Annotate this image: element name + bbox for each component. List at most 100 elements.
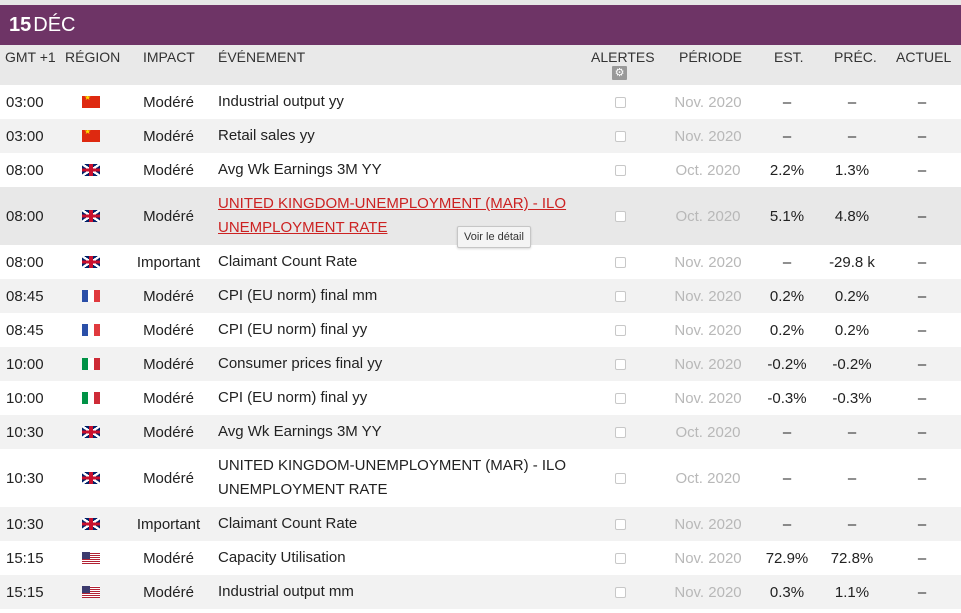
table-row[interactable]: 15:15 Modéré Industrial output mm Nov. 2020…	[0, 575, 961, 609]
impact-level: Modéré	[143, 549, 194, 567]
event-name-link[interactable]: Claimant Count Rate	[218, 507, 588, 541]
event-name-link[interactable]: Avg Wk Earnings 3M YY	[218, 415, 588, 449]
table-row[interactable]: 03:00 Modéré Retail sales yy Nov. 2020 – – –	[0, 119, 961, 153]
alert-checkbox[interactable]	[613, 415, 627, 449]
checkbox-icon[interactable]	[614, 290, 626, 302]
event-time: 03:00	[6, 93, 44, 111]
alert-checkbox[interactable]	[613, 347, 627, 381]
checkbox-icon[interactable]	[614, 210, 626, 222]
alert-checkbox[interactable]	[613, 507, 627, 541]
estimate-value: 72.9%	[765, 549, 809, 567]
region-flag	[82, 85, 100, 119]
alert-checkbox[interactable]	[613, 85, 627, 119]
table-row[interactable]: 08:00 Modéré Avg Wk Earnings 3M YY Oct. 202…	[0, 153, 961, 187]
event-name-link[interactable]: CPI (EU norm) final mm	[218, 279, 588, 313]
checkbox-icon[interactable]	[614, 472, 626, 484]
col-region[interactable]: RÉGION	[65, 49, 120, 65]
checkbox-icon[interactable]	[614, 426, 626, 438]
event-time: 15:15	[6, 583, 44, 601]
estimate-value: 0.3%	[769, 583, 805, 601]
alert-checkbox[interactable]	[613, 381, 627, 415]
event-name-link[interactable]: UNITED KINGDOM-UNEMPLOYMENT (MAR) - ILO …	[218, 187, 588, 245]
alert-checkbox[interactable]	[613, 245, 627, 279]
event-time: 08:45	[6, 321, 44, 339]
event-time: 10:30	[6, 423, 44, 441]
col-alerts: ALERTES	[591, 49, 655, 65]
checkbox-icon[interactable]	[614, 518, 626, 530]
actual-value: –	[917, 207, 927, 225]
alert-checkbox[interactable]	[613, 575, 627, 609]
event-name-link[interactable]: Consumer prices final yy	[218, 347, 588, 381]
previous-value: 72.8%	[830, 549, 874, 567]
event-time: 08:00	[6, 161, 44, 179]
day-number: 15	[9, 13, 32, 36]
uk-flag-icon	[82, 164, 100, 176]
col-period[interactable]: PÉRIODE	[679, 49, 742, 65]
checkbox-icon[interactable]	[614, 96, 626, 108]
table-row[interactable]: 03:00 Modéré Industrial output yy Nov. 2020…	[0, 85, 961, 119]
checkbox-icon[interactable]	[614, 256, 626, 268]
table-row[interactable]: 08:00 Important Claimant Count Rate Nov. 20…	[0, 245, 961, 279]
impact-level: Modéré	[143, 321, 194, 339]
event-name-link[interactable]: CPI (EU norm) final yy	[218, 381, 588, 415]
checkbox-icon[interactable]	[614, 586, 626, 598]
event-name-link[interactable]: Industrial output yy	[218, 85, 588, 119]
col-event[interactable]: ÉVÉNEMENT	[218, 49, 305, 65]
previous-value: –	[847, 93, 857, 111]
alert-checkbox[interactable]	[613, 153, 627, 187]
table-row[interactable]: 10:00 Modéré Consumer prices final yy Nov. …	[0, 347, 961, 381]
event-period: Nov. 2020	[674, 321, 742, 339]
alert-checkbox[interactable]	[613, 541, 627, 575]
actual-value: –	[917, 389, 927, 407]
event-name-link[interactable]: Capacity Utilisation	[218, 541, 588, 575]
table-row[interactable]: 10:30 Modéré Avg Wk Earnings 3M YY Oct. 202…	[0, 415, 961, 449]
alert-checkbox[interactable]	[613, 313, 627, 347]
estimate-value: 2.2%	[769, 161, 805, 179]
event-period: Oct. 2020	[675, 207, 741, 225]
impact-level: Modéré	[143, 355, 194, 373]
col-time[interactable]: GMT +1	[5, 49, 56, 65]
checkbox-icon[interactable]	[614, 130, 626, 142]
detail-tooltip: Voir le détail	[457, 226, 531, 248]
alert-checkbox[interactable]	[613, 279, 627, 313]
checkbox-icon[interactable]	[614, 358, 626, 370]
italy-flag-icon	[82, 392, 100, 404]
region-flag	[82, 245, 100, 279]
event-name-link[interactable]: Claimant Count Rate	[218, 245, 588, 279]
event-name-link[interactable]: CPI (EU norm) final yy	[218, 313, 588, 347]
col-actual[interactable]: ACTUEL	[896, 49, 951, 65]
col-prev[interactable]: PRÉC.	[834, 49, 877, 65]
event-time: 10:30	[6, 469, 44, 487]
event-name-link[interactable]: Avg Wk Earnings 3M YY	[218, 153, 588, 187]
region-flag	[82, 279, 100, 313]
checkbox-icon[interactable]	[614, 552, 626, 564]
table-row[interactable]: 10:30 Important Claimant Count Rate Nov. 20…	[0, 507, 961, 541]
checkbox-icon[interactable]	[614, 392, 626, 404]
impact-level: Important	[136, 515, 201, 533]
actual-value: –	[917, 161, 927, 179]
column-header-row: GMT +1 RÉGION IMPACT ÉVÉNEMENT ALERTES P…	[0, 45, 961, 85]
previous-value: -29.8 k	[829, 253, 875, 271]
actual-value: –	[917, 93, 927, 111]
table-row[interactable]: 10:00 Modéré CPI (EU norm) final yy Nov. 20…	[0, 381, 961, 415]
table-row[interactable]: 15:15 Modéré Capacity Utilisation Nov. 2020…	[0, 541, 961, 575]
region-flag	[82, 153, 100, 187]
event-name-link[interactable]: UNITED KINGDOM-UNEMPLOYMENT (MAR) - ILO …	[218, 449, 588, 507]
col-impact[interactable]: IMPACT	[143, 49, 195, 65]
alert-checkbox[interactable]	[613, 449, 627, 507]
estimate-value: –	[782, 469, 792, 487]
gear-icon[interactable]: ⚙	[612, 66, 627, 80]
region-flag	[82, 187, 100, 245]
alert-checkbox[interactable]	[613, 119, 627, 153]
event-name-link[interactable]: Retail sales yy	[218, 119, 588, 153]
checkbox-icon[interactable]	[614, 164, 626, 176]
table-row[interactable]: 08:45 Modéré CPI (EU norm) final yy Nov. 20…	[0, 313, 961, 347]
alert-checkbox[interactable]	[613, 187, 627, 245]
checkbox-icon[interactable]	[614, 324, 626, 336]
col-est[interactable]: EST.	[774, 49, 804, 65]
table-row[interactable]: 10:30 Modéré UNITED KINGDOM-UNEMPLOYMENT (…	[0, 449, 961, 507]
uk-flag-icon	[82, 426, 100, 438]
table-row[interactable]: 08:45 Modéré CPI (EU norm) final mm Nov. 20…	[0, 279, 961, 313]
event-name-link[interactable]: Industrial output mm	[218, 575, 588, 609]
event-period: Nov. 2020	[674, 127, 742, 145]
